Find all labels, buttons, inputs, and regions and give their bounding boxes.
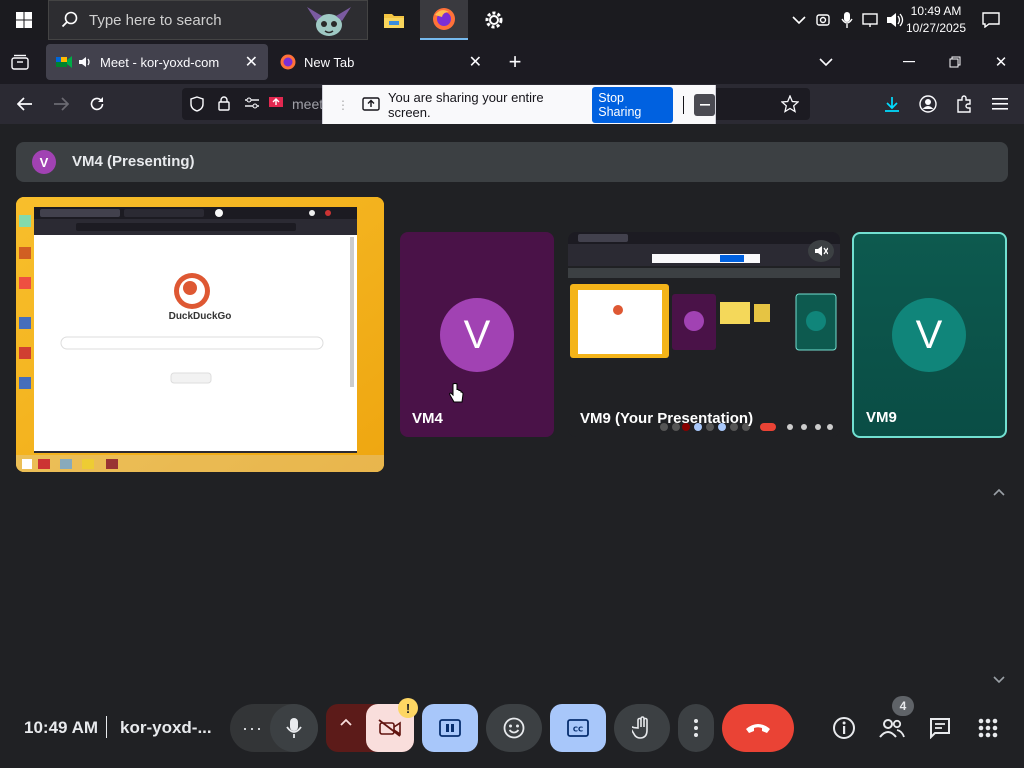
minimize-share-bar-icon[interactable] — [694, 93, 716, 116]
notifications-icon[interactable] — [980, 10, 1002, 30]
mouse-cursor-hand-icon — [448, 383, 464, 410]
tab-meet[interactable]: Meet - kor-yoxd-com ✕ — [46, 44, 268, 80]
reload-icon[interactable] — [86, 94, 108, 114]
scroll-up-chevron-icon[interactable] — [990, 486, 1008, 498]
raise-hand-button[interactable] — [614, 704, 670, 752]
camera-options-chevron-icon[interactable] — [340, 718, 352, 726]
present-now-button[interactable] — [422, 704, 478, 752]
self-presentation-thumbnail — [568, 232, 840, 432]
clock-date: 10/27/2025 — [905, 21, 967, 35]
people-icon[interactable] — [876, 714, 908, 742]
muted-audio-icon — [808, 240, 834, 262]
participant-tile-vm9[interactable]: V VM9 — [852, 232, 1007, 438]
reactions-button[interactable] — [486, 704, 542, 752]
closed-captions-icon: CC — [567, 719, 589, 737]
settings-gear-icon[interactable] — [470, 0, 518, 40]
present-screen-icon — [439, 719, 461, 737]
raise-hand-icon — [632, 716, 648, 739]
scroll-down-chevron-icon[interactable] — [990, 674, 1008, 686]
participant-avatar: V — [892, 298, 966, 372]
camera-off-icon — [378, 719, 401, 737]
bottom-divider — [106, 716, 107, 738]
restore-window-icon[interactable] — [944, 52, 966, 72]
app-menu-hamburger-icon[interactable] — [990, 94, 1010, 114]
taskbar-search-box[interactable]: Type here to search — [48, 0, 368, 40]
taskbar-clock[interactable]: 10:49 AM 10/27/2025 — [900, 3, 972, 37]
meeting-time: 10:49 AM — [24, 718, 99, 737]
presenting-label: VM4 (Presenting) — [72, 153, 195, 170]
taskbar: Type here to search 10:49 AM 10/27/2025 — [0, 0, 1024, 40]
clock-time: 10:49 AM — [910, 4, 962, 18]
google-meet-favicon — [56, 55, 72, 69]
microphone-tray-icon[interactable] — [838, 10, 856, 30]
participant-tile-self-presentation[interactable]: VM9 (Your Presentation) — [568, 232, 840, 437]
taskbar-search-placeholder: Type here to search — [89, 12, 222, 29]
tab-meet-title: Meet - kor-yoxd-com — [100, 54, 220, 70]
audio-settings-more-icon[interactable]: ··· — [242, 718, 263, 739]
people-count-badge: 4 — [892, 696, 914, 716]
screen-sharing-notification-bar: ⋮ You are sharing your entire screen. St… — [322, 85, 716, 125]
network-icon[interactable] — [860, 10, 882, 30]
sharing-message: You are sharing your entire screen. — [388, 89, 544, 120]
new-tab-plus-icon[interactable]: + — [504, 49, 526, 74]
microphone-icon — [286, 718, 302, 738]
permissions-icon[interactable] — [244, 96, 260, 110]
speaker-playing-icon[interactable] — [78, 56, 92, 68]
chat-icon[interactable] — [926, 714, 954, 742]
search-highlight-creature-icon — [305, 3, 353, 44]
close-window-icon[interactable]: ✕ — [990, 52, 1012, 72]
minimize-window-icon[interactable] — [898, 52, 920, 72]
participant-tile-vm4[interactable]: V VM4 — [400, 232, 554, 437]
file-explorer-icon[interactable] — [370, 0, 418, 40]
participant-name: VM4 — [412, 410, 443, 427]
tab-new-tab-title: New Tab — [304, 54, 355, 70]
camera-privacy-icon[interactable] — [814, 10, 832, 30]
extensions-puzzle-icon[interactable] — [954, 94, 974, 114]
microphone-button[interactable] — [270, 704, 318, 752]
windows-start-icon[interactable] — [0, 0, 48, 40]
meeting-code: kor-yoxd-... — [120, 718, 212, 737]
stop-sharing-button[interactable]: Stop Sharing — [592, 86, 674, 123]
presenting-banner: V VM4 (Presenting) — [16, 142, 1008, 182]
list-all-tabs-chevron-icon[interactable] — [816, 52, 836, 72]
leave-call-button[interactable] — [722, 704, 794, 752]
forward-arrow-icon — [50, 94, 72, 114]
hang-up-phone-icon — [746, 724, 770, 733]
svg-text:CC: CC — [573, 726, 583, 734]
participant-avatar: V — [440, 298, 514, 372]
shared-screen-brand-text: DuckDuckGo — [168, 311, 232, 322]
captions-button[interactable]: CC — [550, 704, 606, 752]
more-options-button[interactable] — [678, 704, 714, 752]
emoji-smile-icon — [503, 717, 525, 739]
screen-share-indicator-icon[interactable] — [268, 96, 284, 110]
tab-close-icon[interactable]: ✕ — [245, 52, 258, 72]
shared-screen-thumbnail — [16, 197, 384, 472]
chevron-up-tray-icon[interactable] — [790, 10, 808, 30]
account-icon[interactable] — [918, 94, 938, 114]
share-screen-icon — [362, 97, 380, 112]
participant-name: VM9 (Your Presentation) — [580, 410, 754, 427]
tracking-shield-icon[interactable] — [190, 96, 204, 112]
bookmark-star-icon[interactable] — [780, 94, 800, 114]
audio-control-group: ··· — [230, 704, 318, 752]
firefox-view-icon[interactable] — [8, 50, 32, 74]
firefox-taskbar-icon[interactable] — [420, 0, 468, 40]
presenter-avatar: V — [32, 150, 56, 174]
camera-control-group: ! — [326, 698, 418, 752]
tab-new-tab[interactable]: New Tab ✕ — [272, 44, 492, 80]
drag-handle-icon[interactable]: ⋮ — [337, 98, 350, 112]
firefox-favicon — [280, 54, 296, 70]
lock-icon[interactable] — [218, 96, 230, 111]
participant-name: VM9 — [866, 409, 897, 426]
search-icon — [61, 11, 79, 34]
more-vertical-icon — [694, 719, 698, 737]
meeting-details-info-icon[interactable] — [830, 714, 858, 742]
downloads-icon[interactable] — [882, 94, 902, 114]
shared-screen-tile[interactable]: DuckDuckGo — [16, 197, 384, 472]
back-arrow-icon[interactable] — [14, 94, 36, 114]
share-bar-divider — [683, 95, 685, 114]
activities-grid-icon[interactable] — [974, 714, 1002, 742]
tab-close-icon[interactable]: ✕ — [469, 52, 482, 72]
camera-warning-badge: ! — [398, 698, 418, 718]
